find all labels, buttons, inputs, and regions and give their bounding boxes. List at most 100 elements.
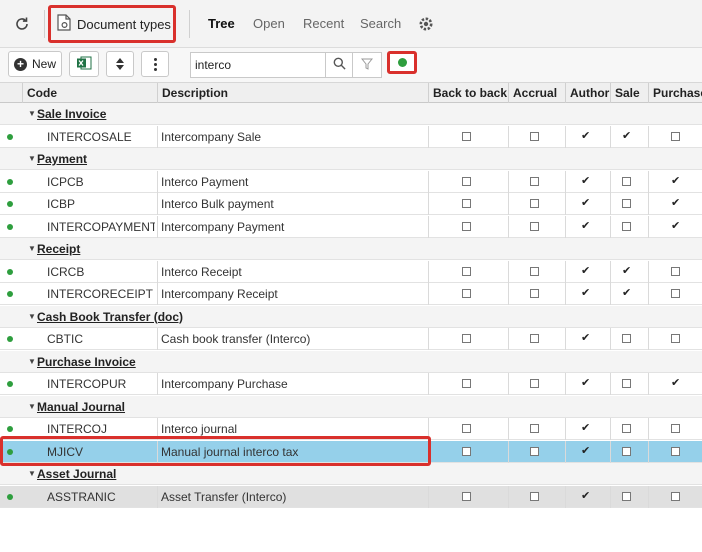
caret-down-icon[interactable]: ▼ (28, 306, 36, 328)
column-divider (648, 193, 649, 215)
description-cell: Interco journal (157, 418, 428, 440)
column-divider (610, 485, 611, 508)
checkbox (671, 491, 680, 501)
divider (44, 10, 45, 38)
column-divider (565, 440, 566, 463)
group-row[interactable]: ▼ Cash Book Transfer (doc) (0, 305, 702, 328)
group-row[interactable]: ▼ Receipt (0, 238, 702, 260)
code-cell: ASSTRANIC (47, 489, 116, 504)
group-label[interactable]: Purchase Invoice (37, 351, 136, 373)
group-label[interactable]: Manual Journal (37, 396, 125, 418)
column-divider (508, 170, 509, 193)
caret-down-icon[interactable]: ▼ (28, 351, 36, 373)
caret-down-icon[interactable]: ▼ (28, 238, 36, 260)
table-row[interactable]: ICPCB Interco Payment ✔ ✔ (0, 170, 702, 193)
description-cell: Asset Transfer (Interco) (157, 485, 428, 508)
table-row[interactable]: INTERCOPUR Intercompany Purchase ✔ ✔ (0, 373, 702, 395)
column-divider (610, 170, 611, 193)
search-input[interactable] (190, 52, 325, 78)
table-row[interactable]: ICBP Interco Bulk payment ✔ ✔ (0, 193, 702, 215)
description-cell: Interco Payment (157, 170, 428, 193)
tab-recent[interactable]: Recent (303, 16, 344, 31)
check-mark-icon: ✔ (581, 444, 591, 457)
filter-button[interactable] (353, 52, 382, 78)
group-label[interactable]: Cash Book Transfer (doc) (37, 306, 183, 328)
description-cell: Interco Receipt (157, 260, 428, 283)
column-divider (610, 283, 611, 305)
gear-icon[interactable] (417, 15, 435, 33)
column-header-sale[interactable]: Sale (610, 83, 648, 103)
excel-export-button[interactable] (69, 51, 99, 77)
column-header-accrual[interactable]: Accrual (508, 83, 565, 103)
excel-icon (76, 55, 92, 74)
group-row[interactable]: ▼ Purchase Invoice (0, 350, 702, 373)
checkbox (671, 334, 680, 343)
column-header-back-to-back[interactable]: Back to back (428, 83, 508, 103)
check-mark-icon: ✔ (581, 129, 591, 142)
document-types-label: Document types (77, 16, 171, 32)
table-row[interactable]: MJICV Manual journal interco tax ✔ (0, 440, 702, 463)
checkbox (530, 379, 539, 388)
table-row[interactable]: ASSTRANIC Asset Transfer (Interco) ✔ (0, 485, 702, 508)
group-label[interactable]: Asset Journal (37, 463, 116, 485)
grid-header: Code Description Back to back Accrual Au… (0, 82, 702, 103)
sort-button[interactable] (106, 51, 134, 77)
caret-down-icon[interactable]: ▼ (28, 148, 36, 170)
table-row[interactable]: CBTIC Cash book transfer (Interco) ✔ (0, 328, 702, 350)
checkbox (462, 199, 471, 208)
code-cell: ICRCB (47, 264, 85, 279)
table-row[interactable]: ICRCB Interco Receipt ✔ ✔ (0, 260, 702, 283)
checkbox (622, 379, 631, 388)
column-header-purchase[interactable]: Purchase (648, 83, 702, 103)
checkbox (462, 334, 471, 343)
description-cell: Intercompany Receipt (157, 283, 428, 305)
document-gear-icon (57, 14, 71, 34)
column-header-description[interactable]: Description (157, 83, 429, 103)
description-cell: Intercompany Purchase (157, 373, 428, 395)
document-types-button[interactable]: Document types (48, 5, 176, 43)
table-row[interactable]: INTERCOPAYMENT Intercompany Payment ✔ ✔ (0, 215, 702, 238)
caret-down-icon[interactable]: ▼ (28, 103, 36, 125)
column-divider (610, 193, 611, 215)
column-divider (565, 260, 566, 283)
column-divider (428, 485, 429, 508)
column-divider (610, 125, 611, 148)
active-filter-toggle[interactable] (387, 51, 417, 74)
group-row[interactable]: ▼ Sale Invoice (0, 103, 702, 125)
active-status-icon (7, 426, 13, 432)
checkbox (622, 221, 631, 231)
checkbox (530, 221, 539, 231)
more-options-button[interactable] (141, 51, 169, 77)
tab-open[interactable]: Open (253, 16, 285, 31)
column-divider (428, 373, 429, 395)
table-row[interactable]: INTERCOSALE Intercompany Sale ✔ ✔ (0, 125, 702, 148)
caret-down-icon[interactable]: ▼ (28, 463, 36, 485)
check-mark-icon: ✔ (622, 264, 632, 277)
group-label[interactable]: Sale Invoice (37, 103, 106, 125)
active-status-icon (7, 381, 13, 387)
table-row[interactable]: INTERCOJ Interco journal ✔ (0, 418, 702, 440)
column-header-author[interactable]: Author (565, 83, 610, 103)
group-row[interactable]: ▼ Asset Journal (0, 463, 702, 485)
code-cell: ICBP (47, 197, 76, 211)
checkbox (622, 446, 631, 456)
search-button[interactable] (325, 52, 353, 78)
group-row[interactable]: ▼ Payment (0, 148, 702, 170)
checkbox (530, 334, 539, 343)
refresh-icon[interactable] (10, 12, 34, 36)
group-label[interactable]: Payment (37, 148, 87, 170)
caret-down-icon[interactable]: ▼ (28, 396, 36, 418)
checkbox (462, 266, 471, 276)
new-button[interactable]: + New (8, 51, 62, 77)
checkbox (671, 131, 680, 141)
column-divider (565, 215, 566, 238)
check-mark-icon: ✔ (581, 174, 591, 187)
group-label[interactable]: Receipt (37, 238, 80, 260)
code-cell: INTERCOJ (47, 422, 107, 436)
column-header-code[interactable]: Code (22, 83, 159, 103)
table-row[interactable]: INTERCORECEIPT Intercompany Receipt ✔ ✔ (0, 283, 702, 305)
tab-search[interactable]: Search (360, 16, 401, 31)
active-status-icon (7, 223, 13, 230)
group-row[interactable]: ▼ Manual Journal (0, 395, 702, 418)
tab-tree[interactable]: Tree (208, 16, 235, 31)
